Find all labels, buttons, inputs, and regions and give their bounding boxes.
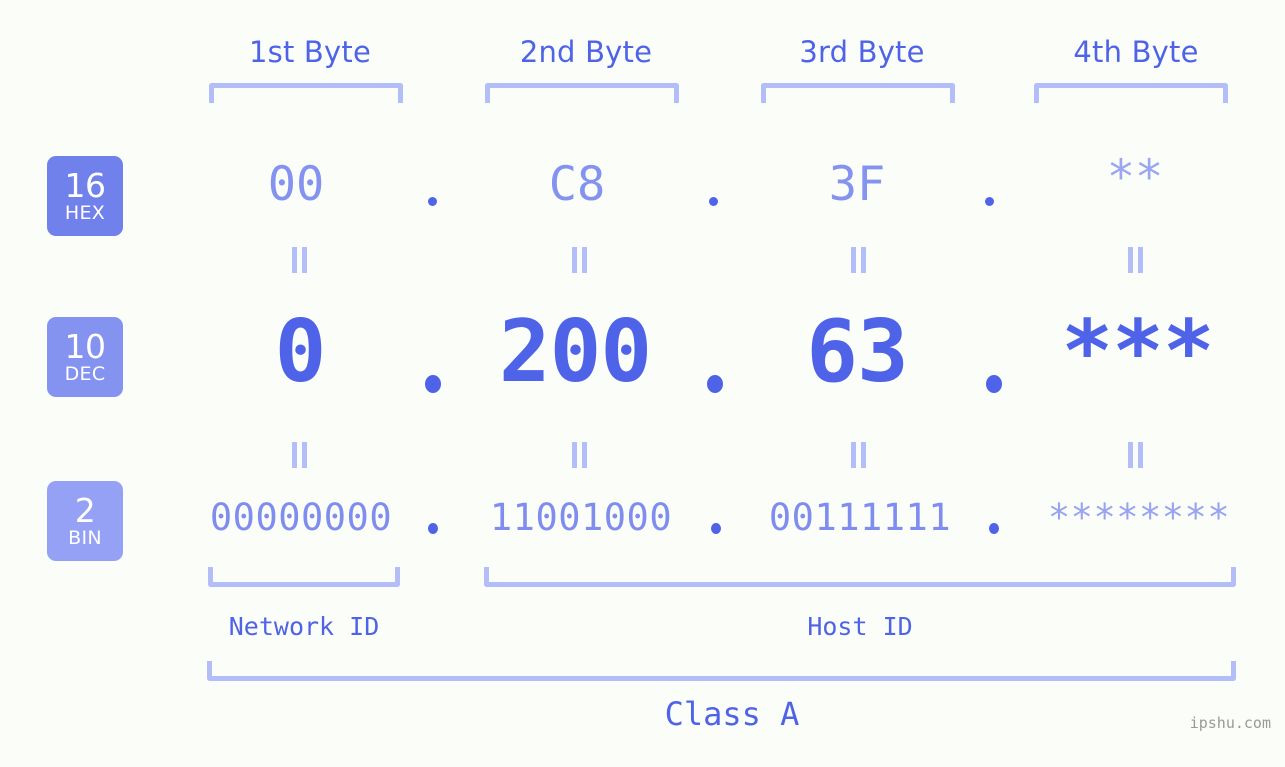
network-id-label: Network ID [228,612,380,641]
byte-header-3: 3rd Byte [799,35,925,69]
bin-octet-3: 00111111 [768,496,952,539]
host-id-label: Host ID [807,612,913,641]
equals-icon-dec-bin-4 [1126,442,1146,468]
dec-octet-2: 200 [498,302,652,402]
dec-octet-1: 0 [274,302,327,402]
hex-octet-3: 3F [828,157,886,212]
byte-bracket-3 [761,83,955,103]
radix-badge-dec-number: 10 [64,327,107,366]
radix-badge-dec: 10 DEC [47,317,123,397]
radix-badge-bin-name: BIN [68,527,102,549]
equals-icon-hex-dec-1 [290,247,310,273]
bin-dot-1 [428,523,438,534]
equals-icon-hex-dec-4 [1126,247,1146,273]
bin-octet-2: 11001000 [489,496,673,539]
dec-octet-4: *** [1061,302,1214,402]
ip-address-diagram: 1st Byte 2nd Byte 3rd Byte 4th Byte 16 H… [0,0,1285,767]
equals-icon-hex-dec-2 [570,247,590,273]
dec-dot-2 [707,375,723,393]
class-bracket [207,661,1236,681]
byte-header-4: 4th Byte [1073,35,1199,69]
bin-dot-3 [989,523,999,534]
radix-badge-bin: 2 BIN [47,481,123,561]
byte-bracket-1 [209,83,403,103]
hex-octet-4: ** [1106,150,1164,205]
radix-badge-bin-number: 2 [74,491,96,530]
radix-badge-hex-name: HEX [64,202,106,224]
byte-header-1: 1st Byte [248,35,372,69]
dec-dot-1 [425,375,441,393]
dec-octet-3: 63 [806,302,909,402]
byte-header-2: 2nd Byte [519,35,653,69]
hex-octet-2: C8 [548,157,606,212]
hex-dot-3 [985,197,994,206]
byte-bracket-2 [485,83,679,103]
equals-icon-hex-dec-3 [849,247,869,273]
radix-badge-hex-number: 16 [64,166,107,205]
equals-icon-dec-bin-3 [849,442,869,468]
bin-octet-1: 00000000 [209,496,393,539]
hex-octet-1: 00 [267,157,325,212]
bin-dot-2 [711,523,721,534]
class-label: Class A [664,695,800,733]
bin-octet-4: ******** [1047,496,1231,539]
radix-badge-dec-name: DEC [64,363,106,385]
hex-dot-1 [428,197,437,206]
network-id-bracket [208,567,400,587]
hex-dot-2 [709,197,718,206]
dec-dot-3 [986,375,1002,393]
host-id-bracket [484,567,1236,587]
radix-badge-hex: 16 HEX [47,156,123,236]
equals-icon-dec-bin-1 [290,442,310,468]
equals-icon-dec-bin-2 [570,442,590,468]
byte-bracket-4 [1034,83,1228,103]
site-watermark: ipshu.com [1189,714,1271,732]
